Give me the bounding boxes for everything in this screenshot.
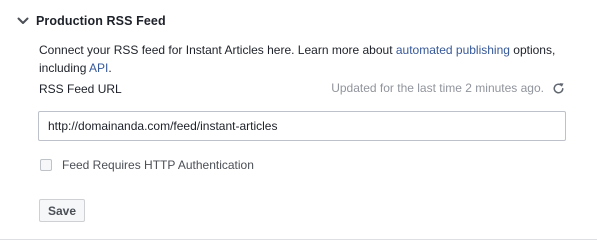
api-link[interactable]: API	[89, 61, 108, 75]
rss-feed-url-input[interactable]	[38, 111, 566, 141]
refresh-icon[interactable]	[551, 81, 565, 95]
section-header-toggle[interactable]: Production RSS Feed	[16, 11, 166, 31]
description-text: Connect your RSS feed for Instant Articl…	[39, 43, 396, 57]
chevron-down-icon[interactable]	[16, 14, 30, 28]
production-rss-feed-section: Production RSS Feed Connect your RSS fee…	[0, 0, 597, 241]
update-status: Updated for the last time 2 minutes ago.	[331, 81, 565, 95]
http-auth-option[interactable]: Feed Requires HTTP Authentication	[40, 157, 254, 173]
automated-publishing-link[interactable]: automated publishing	[396, 43, 510, 57]
update-status-text: Updated for the last time 2 minutes ago.	[331, 81, 544, 95]
save-button[interactable]: Save	[39, 199, 85, 222]
section-divider	[0, 239, 597, 240]
rss-feed-url-label: RSS Feed URL	[39, 82, 122, 96]
section-description: Connect your RSS feed for Instant Articl…	[39, 41, 559, 77]
section-title: Production RSS Feed	[36, 14, 166, 28]
http-auth-label[interactable]: Feed Requires HTTP Authentication	[62, 158, 254, 172]
description-text: .	[108, 61, 112, 75]
http-auth-checkbox[interactable]	[40, 159, 52, 171]
